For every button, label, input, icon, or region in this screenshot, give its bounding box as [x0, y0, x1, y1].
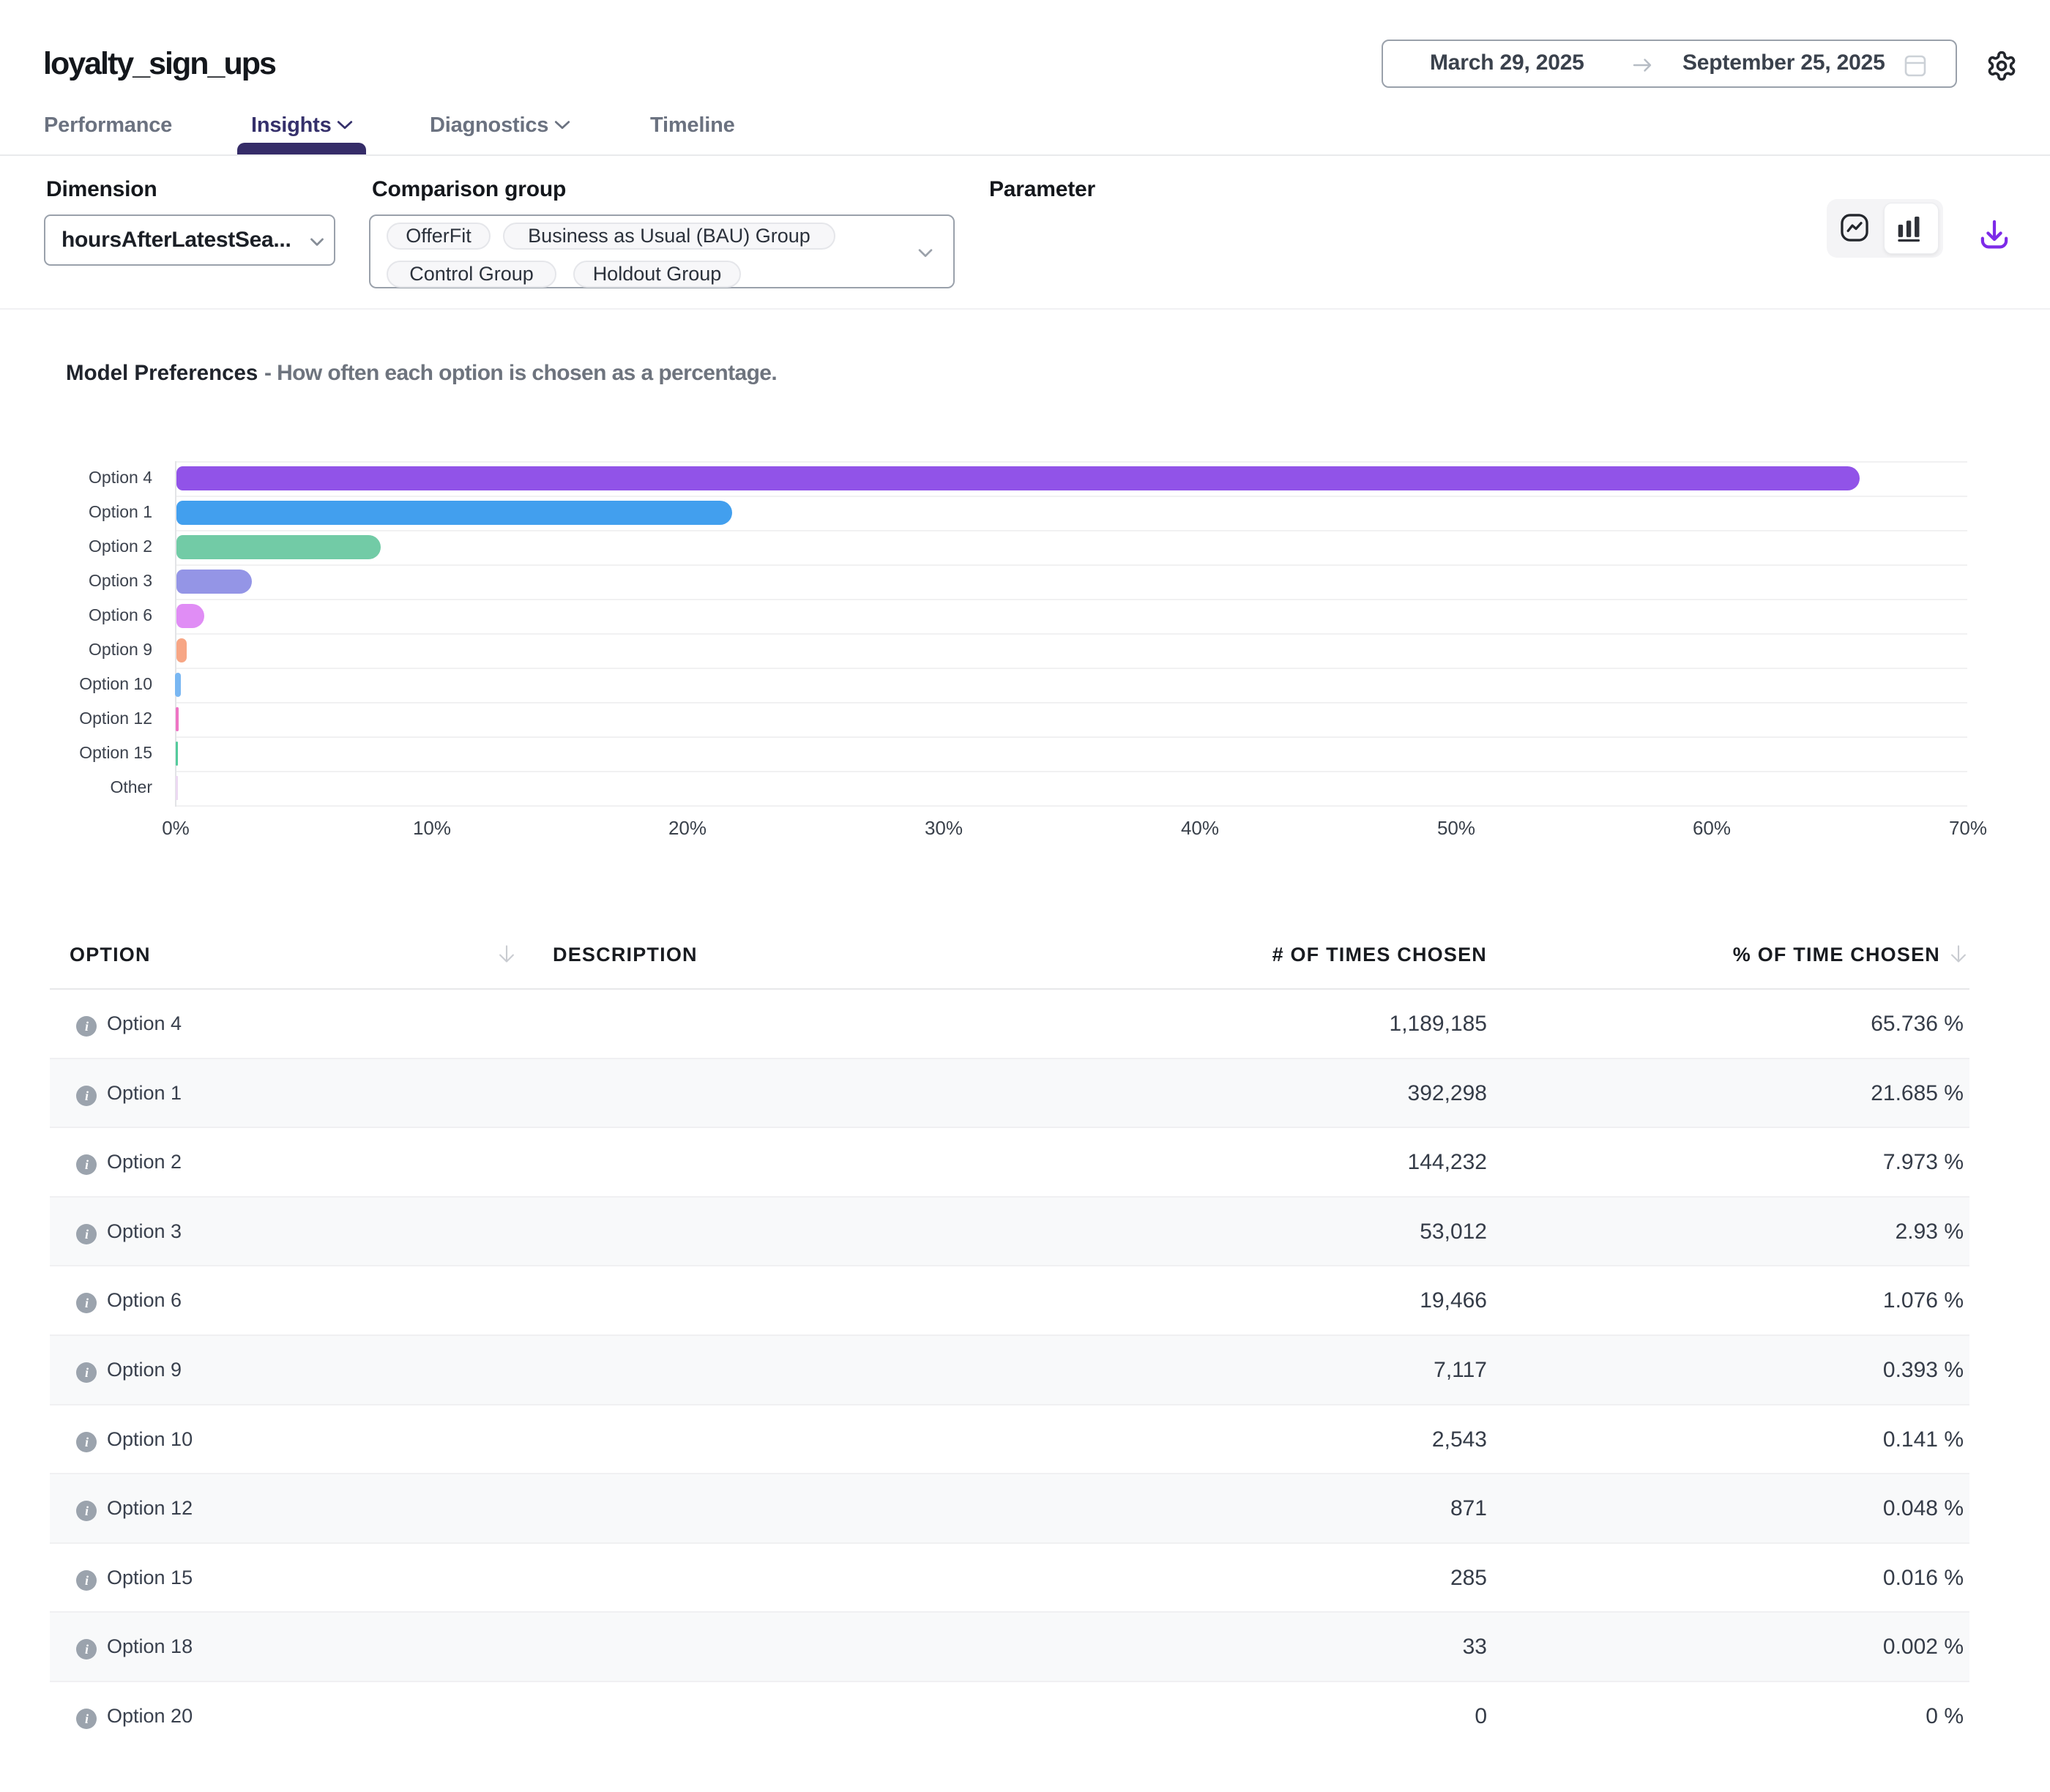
- svg-text:i: i: [85, 1227, 89, 1242]
- svg-text:i: i: [85, 1504, 89, 1518]
- svg-text:i: i: [85, 1157, 89, 1172]
- svg-text:i: i: [85, 1365, 89, 1380]
- svg-text:i: i: [85, 1573, 89, 1588]
- svg-text:i: i: [85, 1019, 89, 1034]
- svg-text:i: i: [85, 1296, 89, 1310]
- svg-text:i: i: [85, 1642, 89, 1657]
- svg-text:i: i: [85, 1711, 89, 1726]
- svg-text:i: i: [85, 1089, 89, 1103]
- svg-text:i: i: [85, 1435, 89, 1449]
